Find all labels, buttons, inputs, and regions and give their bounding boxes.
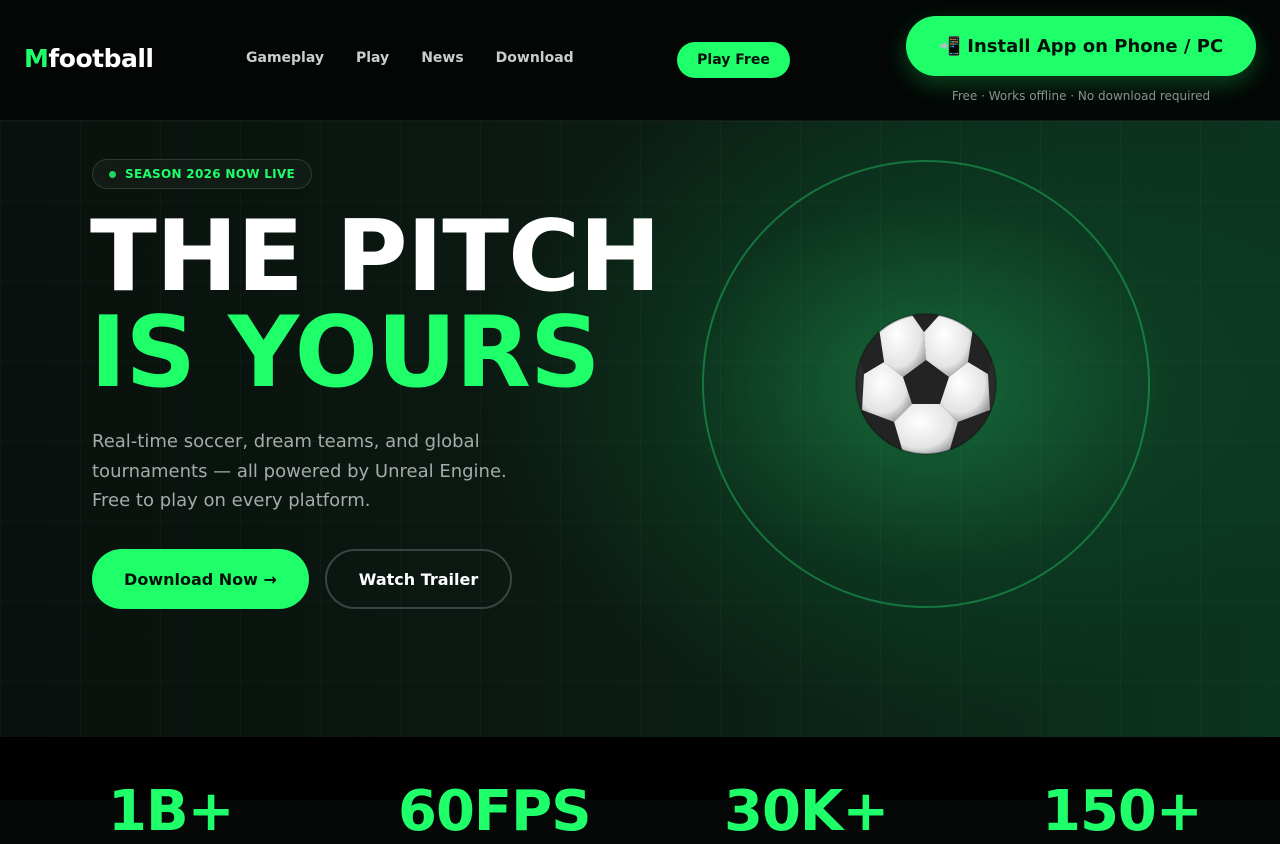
season-badge-label: SEASON 2026 NOW LIVE (125, 167, 296, 181)
download-now-button[interactable]: Download Now → (92, 549, 309, 609)
hero-subtext: Real-time soccer, dream teams, and globa… (92, 431, 507, 511)
headline-line-1: THE PITCH (90, 200, 661, 314)
soccer-ball-icon (855, 313, 997, 455)
logo[interactable]: Mfootball (24, 44, 154, 73)
logo-text: football (48, 44, 154, 73)
headline-line-2: IS YOURS (90, 296, 601, 410)
live-dot-icon (109, 170, 116, 178)
site-header: Mfootball Gameplay Play News Download Pl… (0, 0, 1280, 121)
stat-value: 30K+ (724, 779, 889, 844)
stat-value: 150+ (1042, 779, 1203, 844)
nav-gameplay[interactable]: Gameplay (246, 50, 324, 66)
nav-play[interactable]: Play (356, 50, 389, 66)
install-note: Free · Works offline · No download requi… (951, 89, 1211, 103)
stat-value: 60FPS (398, 779, 592, 844)
mobile-phone-icon: 📲 (938, 35, 962, 57)
stat-value: 1B+ (108, 779, 235, 844)
hero-section: SEASON 2026 NOW LIVE THE PITCH IS YOURS … (0, 121, 1280, 737)
install-app-button[interactable]: 📲 Install App on Phone / PC (906, 16, 1256, 76)
stats-bar: 1B+ 60FPS 30K+ 150+ (0, 737, 1280, 844)
nav-news[interactable]: News (421, 50, 463, 66)
logo-accent: M (24, 44, 49, 73)
nav-download[interactable]: Download (496, 50, 574, 66)
main-nav: Gameplay Play News Download (246, 50, 606, 66)
install-app-label: Install App on Phone / PC (967, 35, 1224, 57)
season-badge: SEASON 2026 NOW LIVE (92, 159, 313, 189)
play-free-button[interactable]: Play Free (677, 42, 790, 78)
hero-headline: THE PITCH IS YOURS (90, 200, 661, 410)
watch-trailer-button[interactable]: Watch Trailer (325, 549, 512, 609)
